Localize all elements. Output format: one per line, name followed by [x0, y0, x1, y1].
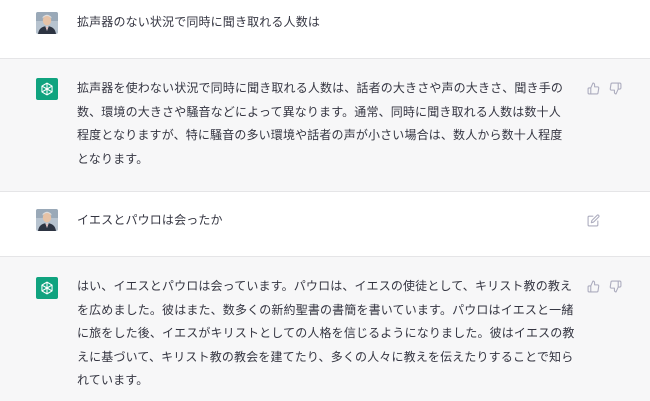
- user-avatar-photo-icon: [36, 12, 58, 34]
- user-message-text: イエスとパウロは会ったか: [77, 213, 223, 227]
- openai-logo-icon: [36, 78, 58, 100]
- thumbs-down-icon[interactable]: [608, 279, 622, 293]
- message-actions: [586, 279, 622, 293]
- assistant-message-text: はい、イエスとパウロは会っています。パウロは、イエスの使徒として、キリスト教の教…: [77, 279, 575, 387]
- assistant-message-1: 拡声器を使わない状況で同時に聞き取れる人数は、話者の大きさや声の大きさ、聞き手の…: [0, 58, 650, 192]
- message-actions: [586, 81, 622, 95]
- chat-thread: 拡声器のない状況で同時に聞き取れる人数は 拡声器を使わない状況で同時に聞き取れる…: [0, 0, 650, 401]
- user-message-1: 拡声器のない状況で同時に聞き取れる人数は: [0, 0, 650, 58]
- edit-icon[interactable]: [586, 213, 600, 227]
- assistant-message-text: 拡声器を使わない状況で同時に聞き取れる人数は、話者の大きさや声の大きさ、聞き手の…: [77, 81, 564, 166]
- thumbs-up-icon[interactable]: [586, 81, 600, 95]
- assistant-message-2: はい、イエスとパウロは会っています。パウロは、イエスの使徒として、キリスト教の教…: [0, 256, 650, 401]
- openai-logo-icon: [36, 277, 58, 299]
- message-actions: [586, 213, 600, 227]
- thumbs-down-icon[interactable]: [608, 81, 622, 95]
- user-message-2: イエスとパウロは会ったか: [0, 192, 650, 256]
- thumbs-up-icon[interactable]: [586, 279, 600, 293]
- user-message-text: 拡声器のない状況で同時に聞き取れる人数は: [77, 15, 321, 29]
- user-avatar-photo-icon: [36, 209, 58, 231]
